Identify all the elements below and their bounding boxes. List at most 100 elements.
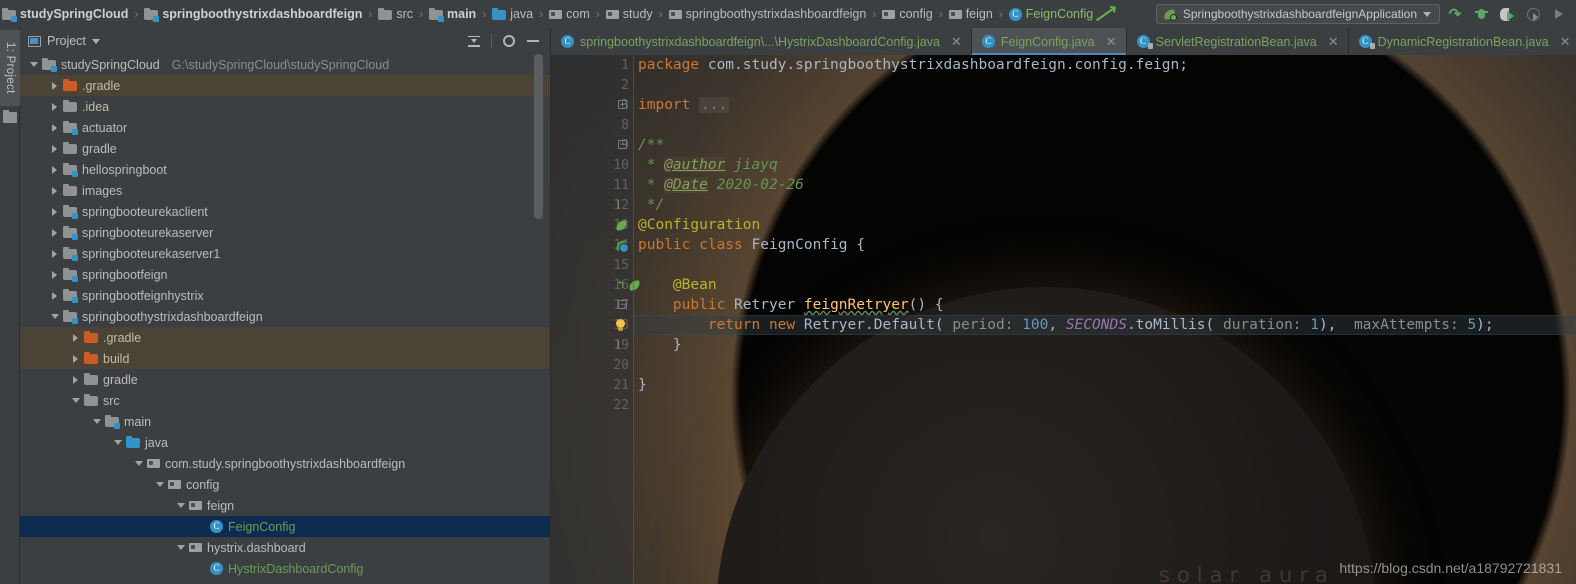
chevron-down-icon[interactable] (91, 416, 102, 427)
breadcrumb-item-com[interactable]: com (547, 0, 592, 28)
tree-node[interactable]: studySpringCloud G:\studySpringCloud\stud… (20, 54, 550, 75)
run-button[interactable]: ↷ (1444, 3, 1466, 25)
code-line[interactable] (634, 75, 1576, 95)
tree-node[interactable]: images (20, 180, 550, 201)
code-line[interactable]: public class FeignConfig { (634, 235, 1576, 255)
chevron-right-icon[interactable] (49, 206, 60, 217)
code-line[interactable] (634, 395, 1576, 415)
chevron-down-icon[interactable] (175, 542, 186, 553)
breadcrumb-item-java[interactable]: java (490, 0, 535, 28)
tree-node[interactable]: feign (20, 495, 550, 516)
editor-code-area[interactable]: solar aura 1 2 3 +8 9−10 11 12 13 14 15 ↰ 16 17−18 19 2… (551, 55, 1576, 584)
breadcrumb-item-config[interactable]: config (880, 0, 934, 28)
tree-node[interactable]: com.study.springboothystrixdashboardfeig… (20, 453, 550, 474)
editor-gutter[interactable]: 1 2 3 +8 9−10 11 12 13 14 15 ↰ 16 17−18 19 20 21 22 (551, 55, 633, 584)
code-line[interactable] (634, 255, 1576, 275)
settings-button[interactable] (498, 30, 520, 52)
tree-node[interactable]: springbootfeign (20, 264, 550, 285)
chevron-right-icon[interactable] (49, 164, 60, 175)
close-icon[interactable]: ✕ (1327, 35, 1340, 48)
tree-node[interactable]: main (20, 411, 550, 432)
breadcrumb-item-studyspringcloud[interactable]: studySpringCloud (0, 0, 130, 28)
chevron-down-icon[interactable] (28, 59, 39, 70)
gutter-line[interactable]: 8 (551, 115, 633, 135)
code-line[interactable] (634, 355, 1576, 375)
tree-node[interactable]: build (20, 348, 550, 369)
fold-collapse-icon[interactable]: − (618, 140, 627, 150)
tree-node[interactable]: springbootfeignhystrix (20, 285, 550, 306)
sidebar-item-project[interactable]: 1: Project (0, 30, 20, 106)
fold-end-icon[interactable] (618, 200, 627, 209)
code-line[interactable]: } (634, 375, 1576, 395)
chevron-right-icon[interactable] (49, 80, 60, 91)
chevron-right-icon[interactable] (49, 143, 60, 154)
gutter-line[interactable]: 19 (551, 335, 633, 355)
gutter-line[interactable]: 14 (551, 235, 633, 255)
editor-tab[interactable]: C ServletRegistrationBean.java ✕ (1126, 28, 1349, 55)
breadcrumb-item-feign[interactable]: feign (947, 0, 995, 28)
fold-collapse-icon[interactable]: − (618, 300, 627, 310)
gutter-line[interactable]: 1 (551, 55, 633, 75)
breadcrumb-item-springboothystrixdashboardfeign[interactable]: springboothystrixdashboardfeign (142, 0, 364, 28)
breadcrumb-item-springboothystrixdashboardfeign[interactable]: springboothystrixdashboardfeign (667, 0, 869, 28)
code-line[interactable]: package com.study.springboothystrixdashb… (634, 55, 1576, 75)
code-line[interactable] (634, 115, 1576, 135)
spring-bean-icon[interactable] (615, 239, 629, 253)
tree-node[interactable]: C HystrixDashboardConfig (20, 558, 550, 579)
tree-node[interactable]: gradle (20, 138, 550, 159)
project-panel-title[interactable]: Project (28, 34, 100, 48)
gutter-line[interactable]: 11 (551, 175, 633, 195)
tree-node[interactable]: src (20, 390, 550, 411)
tree-node[interactable]: java (20, 432, 550, 453)
collapse-all-button[interactable] (463, 30, 485, 52)
gutter-line[interactable]: 12 (551, 195, 633, 215)
chevron-right-icon[interactable] (49, 290, 60, 301)
editor-tab[interactable]: C DynamicRegistrationBean.java ✕ (1348, 28, 1576, 55)
code-line[interactable]: */ (634, 195, 1576, 215)
tree-node[interactable]: gradle (20, 369, 550, 390)
breadcrumb-item-study[interactable]: study (604, 0, 655, 28)
close-icon[interactable]: ✕ (950, 35, 963, 48)
tree-node[interactable]: actuator (20, 117, 550, 138)
chevron-right-icon[interactable] (70, 332, 81, 343)
play-button[interactable] (1548, 3, 1570, 25)
chevron-down-icon[interactable] (49, 311, 60, 322)
debug-button[interactable] (1470, 3, 1492, 25)
code-content[interactable]: package com.study.springboothystrixdashb… (634, 55, 1576, 584)
tree-node[interactable]: .gradle (20, 327, 550, 348)
gutter-line[interactable]: 2 (551, 75, 633, 95)
tree-node[interactable]: .gradle (20, 75, 550, 96)
tree-node[interactable]: springbooteurekaclient (20, 201, 550, 222)
chevron-down-icon[interactable] (154, 479, 165, 490)
tree-node[interactable]: hellospringboot (20, 159, 550, 180)
chevron-right-icon[interactable] (70, 374, 81, 385)
tree-node[interactable]: springbooteurekaserver1 (20, 243, 550, 264)
implemented-icon[interactable]: ↰ (615, 279, 627, 291)
code-line[interactable]: return new Retryer.Default( period: 100,… (634, 315, 1576, 335)
tree-node[interactable]: config (20, 474, 550, 495)
run-with-coverage-button[interactable] (1496, 3, 1518, 25)
chevron-right-icon[interactable] (49, 122, 60, 133)
gutter-line[interactable]: 13 (551, 215, 633, 235)
code-line[interactable]: public Retryer feignRetryer() { (634, 295, 1576, 315)
gutter-line[interactable]: 21 (551, 375, 633, 395)
code-line[interactable]: import ... (634, 95, 1576, 115)
gutter-line[interactable]: 10 (551, 155, 633, 175)
chevron-down-icon[interactable] (133, 458, 144, 469)
chevron-right-icon[interactable] (49, 248, 60, 259)
chevron-down-icon[interactable] (70, 395, 81, 406)
gutter-line[interactable]: 17− (551, 295, 633, 315)
inspection-arrow-icon[interactable]: ⟶ (1090, 0, 1121, 28)
editor-tab[interactable]: C FeignConfig.java ✕ (971, 28, 1127, 55)
hide-button[interactable] (522, 30, 544, 52)
breadcrumb-item-main[interactable]: main (427, 0, 478, 28)
fold-expand-icon[interactable]: + (618, 100, 627, 110)
editor-tab[interactable]: Cspringboothystrixdashboardfeign\...\Hys… (551, 28, 972, 55)
tree-node[interactable]: springbooteurekaserver (20, 222, 550, 243)
tree-node[interactable]: springboothystrixdashboardfeign (20, 306, 550, 327)
code-line[interactable]: @Configuration (634, 215, 1576, 235)
gutter-line[interactable]: 3 + (551, 95, 633, 115)
chevron-right-icon[interactable] (49, 101, 60, 112)
gutter-line[interactable]: 20 (551, 355, 633, 375)
tree-node[interactable]: C FeignConfig (20, 516, 550, 537)
